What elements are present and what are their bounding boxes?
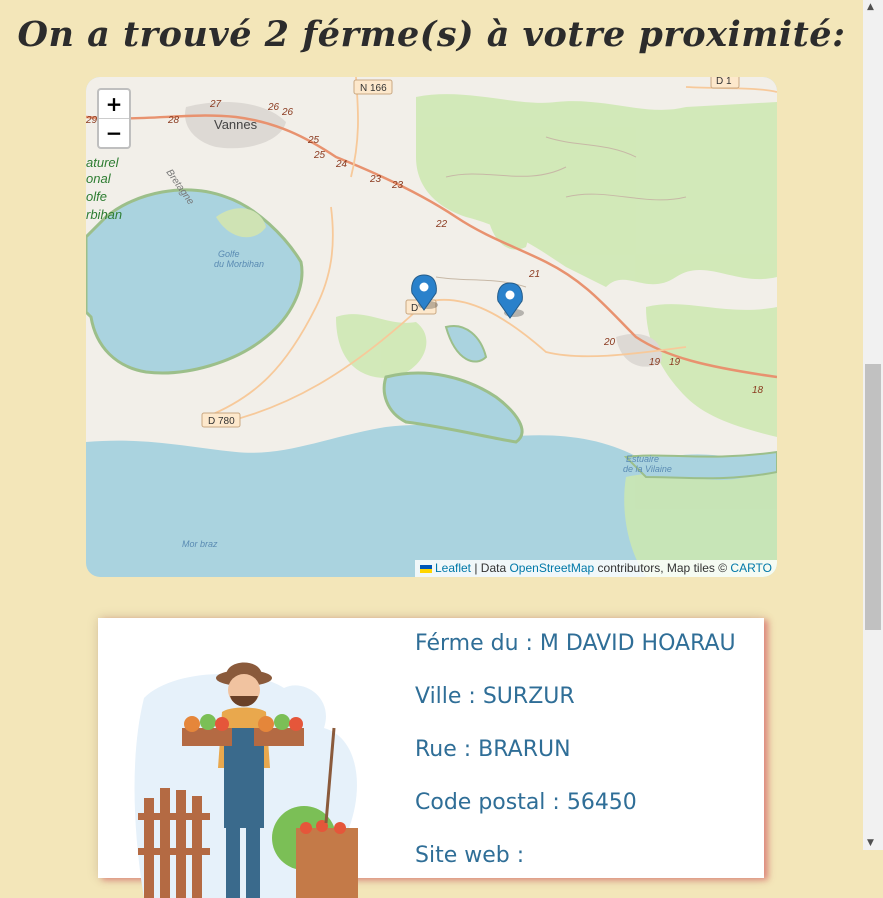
road-label-d780: D 780 xyxy=(208,416,235,427)
km-label: 20 xyxy=(603,337,616,348)
scrollbar-thumb[interactable] xyxy=(865,364,881,630)
attribution-separator: | Data xyxy=(471,561,510,575)
map-label-mor-braz: Mor braz xyxy=(182,539,218,549)
scroll-up-arrow-icon[interactable]: ▲ xyxy=(867,2,874,12)
farm-street: Rue : BRARUN xyxy=(415,737,571,762)
scroll-down-arrow-icon[interactable]: ▼ xyxy=(867,838,874,848)
km-label: 26 xyxy=(281,107,294,118)
map-tiles[interactable]: Vannes Golfe du Morbihan Mor braz Estuai… xyxy=(86,77,777,577)
map-label-naturel: aturel xyxy=(86,155,120,170)
vertical-scrollbar[interactable]: ▲ ▼ xyxy=(863,0,883,850)
page-title: On a trouvé 2 férme(s) à votre proximité… xyxy=(17,14,846,55)
km-label: 28 xyxy=(167,115,180,126)
farm-website: Site web : xyxy=(415,843,525,868)
km-label: 23 xyxy=(369,174,382,185)
km-label: 25 xyxy=(307,135,320,146)
farm-city: Ville : SURZUR xyxy=(415,684,575,709)
zoom-in-button[interactable]: + xyxy=(99,90,129,118)
map-attribution: Leaflet | Data OpenStreetMap contributor… xyxy=(414,560,777,577)
farm-postal-code: Code postal : 56450 xyxy=(415,790,637,815)
map-label-du-morbihan: du Morbihan xyxy=(214,259,264,269)
km-label: 24 xyxy=(335,159,348,170)
km-label: 19 xyxy=(669,357,681,368)
road-label-n166: N 166 xyxy=(360,83,387,94)
carto-link[interactable]: CARTO xyxy=(730,561,772,575)
farm-card: Férme du : M DAVID HOARAU Ville : SURZUR… xyxy=(98,618,764,898)
openstreetmap-link[interactable]: OpenStreetMap xyxy=(509,561,594,575)
zoom-out-button[interactable]: − xyxy=(99,118,129,147)
ukraine-flag-icon xyxy=(419,565,432,573)
road-label-d1: D 1 xyxy=(716,77,732,87)
farm-info: Férme du : M DAVID HOARAU Ville : SURZUR… xyxy=(415,628,736,893)
farmer-illustration xyxy=(134,662,358,898)
km-label: 27 xyxy=(209,99,222,110)
leaflet-link[interactable]: Leaflet xyxy=(435,561,471,575)
road-label-d: D xyxy=(411,303,418,314)
map-label-estuaire: Estuaire xyxy=(626,454,659,464)
map-label-vannes: Vannes xyxy=(214,117,258,132)
km-label: 18 xyxy=(752,385,764,396)
km-label: 19 xyxy=(649,357,661,368)
map-label-onal: onal xyxy=(86,171,112,186)
km-label: 22 xyxy=(435,219,448,230)
zoom-control: + − xyxy=(97,88,131,149)
attribution-contributors: contributors, Map tiles © xyxy=(594,561,731,575)
map-label-vilaine: de la Vilaine xyxy=(623,464,672,474)
farm-name: Férme du : M DAVID HOARAU xyxy=(415,631,736,656)
km-label: 21 xyxy=(528,269,540,280)
map-label-olfe: olfe xyxy=(86,189,107,204)
map-label-golfe: Golfe xyxy=(218,249,240,259)
km-label: 25 xyxy=(313,150,326,161)
km-label: 26 xyxy=(267,102,280,113)
map[interactable]: Vannes Golfe du Morbihan Mor braz Estuai… xyxy=(86,77,777,577)
km-label: 29 xyxy=(86,115,98,126)
km-label: 23 xyxy=(391,180,404,191)
map-label-rbihan: rbihan xyxy=(86,207,122,222)
